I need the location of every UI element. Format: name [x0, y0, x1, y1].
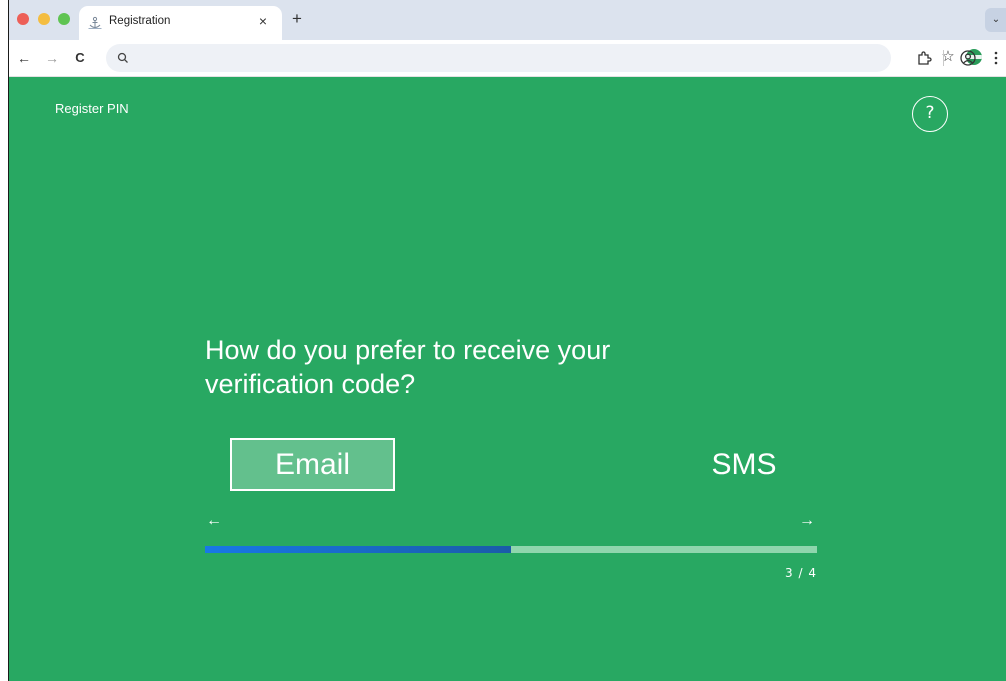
browser-window: Registration × + ⌄ ← → C ☆ Register PIN … [8, 0, 1006, 681]
maximize-window-button[interactable] [58, 13, 70, 25]
address-input[interactable] [138, 48, 818, 68]
close-window-button[interactable] [17, 13, 29, 25]
tab-strip: Registration × + ⌄ [9, 0, 1006, 40]
help-button[interactable]: ? [912, 96, 948, 132]
browser-toolbar: ← → C ☆ [9, 40, 1006, 77]
option-email-button[interactable]: Email [230, 438, 395, 491]
registration-page: Register PIN ? How do you prefer to rece… [9, 78, 1006, 681]
next-arrow-icon[interactable]: → [797, 511, 817, 531]
progress-bar-fill [205, 546, 511, 553]
address-bar[interactable]: ☆ [106, 44, 982, 72]
minimize-window-button[interactable] [38, 13, 50, 25]
page-title: Register PIN [55, 101, 129, 116]
anchor-icon [88, 16, 102, 29]
step-counter: 3 / 4 [785, 566, 817, 580]
progress-bar [205, 546, 817, 553]
tab-title: Registration [109, 15, 171, 27]
question-heading: How do you prefer to receive your verifi… [205, 333, 805, 401]
new-tab-button[interactable]: + [288, 10, 306, 28]
bookmark-star-icon[interactable]: ☆ [938, 47, 958, 67]
tab-registration[interactable]: Registration × [79, 6, 282, 40]
reload-button[interactable]: C [71, 49, 89, 67]
question-line-2: verification code? [205, 369, 416, 399]
profile-icon[interactable] [959, 49, 977, 67]
option-sms-button[interactable]: SMS [699, 440, 789, 489]
search-icon [117, 52, 128, 63]
tab-search-button[interactable]: ⌄ [985, 8, 1006, 32]
forward-button[interactable]: → [43, 49, 61, 67]
close-tab-icon[interactable]: × [254, 12, 272, 30]
previous-arrow-icon[interactable]: ← [204, 511, 224, 531]
question-line-1: How do you prefer to receive your [205, 335, 611, 365]
toolbar-divider [943, 50, 944, 66]
menu-kebab-icon[interactable] [987, 49, 1005, 67]
extensions-puzzle-icon[interactable] [915, 49, 933, 67]
back-button[interactable]: ← [15, 49, 33, 67]
